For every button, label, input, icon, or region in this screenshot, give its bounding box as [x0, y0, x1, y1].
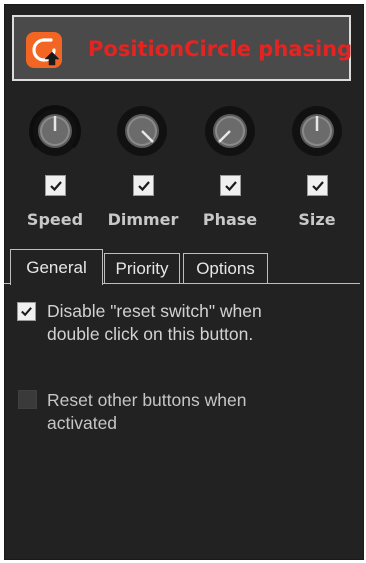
- button-header: PositionCircle phasing: [12, 15, 353, 81]
- speed-knob[interactable]: [27, 103, 83, 159]
- disable-reset-switch-label[interactable]: Disable "reset switch" when double click…: [47, 300, 347, 346]
- reset-other-buttons-label[interactable]: Reset other buttons when activated: [47, 389, 347, 435]
- reset-other-buttons-checkbox[interactable]: [18, 390, 37, 409]
- dimmer-label: Dimmer: [107, 210, 179, 229]
- checkmark-icon: [21, 307, 32, 317]
- size-enable-checkbox[interactable]: [307, 175, 328, 196]
- phase-knob[interactable]: [202, 103, 258, 159]
- button-title: PositionCircle phasing: [88, 37, 353, 61]
- tab-priority[interactable]: Priority: [104, 253, 180, 283]
- size-label: Size: [298, 210, 336, 229]
- position-circle-icon: [26, 32, 62, 68]
- phase-enable-checkbox[interactable]: [220, 175, 241, 196]
- checkmark-icon: [49, 180, 62, 191]
- dimmer-enable-checkbox[interactable]: [133, 175, 154, 196]
- checkmark-icon: [224, 180, 237, 191]
- tab-general[interactable]: General: [10, 249, 103, 285]
- checkmark-icon: [137, 180, 150, 191]
- tab-options[interactable]: Options: [183, 253, 268, 283]
- size-knob[interactable]: [289, 103, 345, 159]
- checkmark-icon: [311, 180, 324, 191]
- phase-label: Phase: [202, 210, 258, 229]
- speed-label: Speed: [26, 210, 84, 229]
- disable-reset-switch-checkbox[interactable]: [17, 302, 36, 321]
- dimmer-knob[interactable]: [114, 103, 170, 159]
- speed-enable-checkbox[interactable]: [45, 175, 66, 196]
